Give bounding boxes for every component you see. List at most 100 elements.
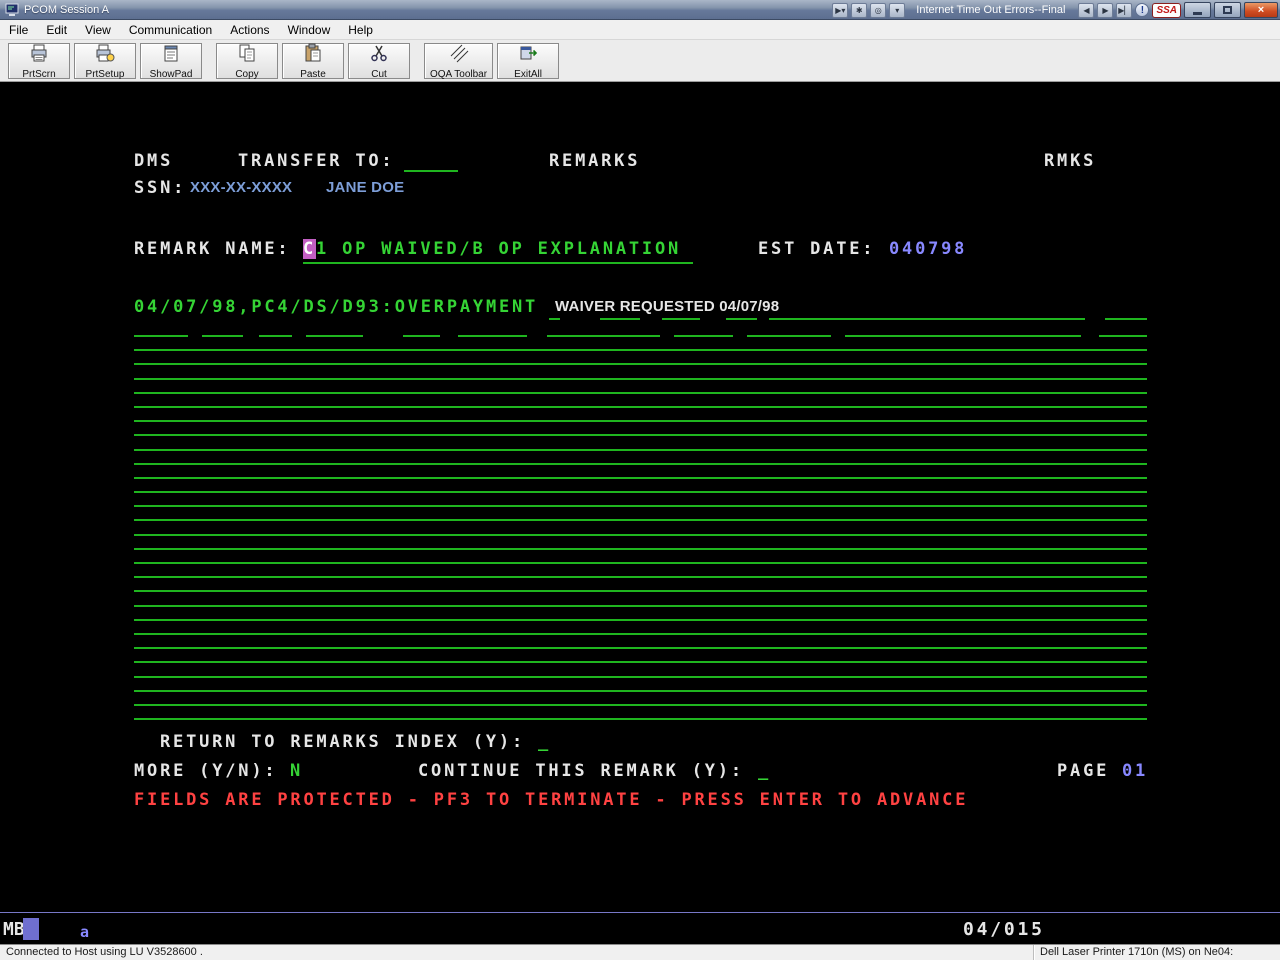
prtscrn-button[interactable]: PrtScrn — [8, 43, 70, 79]
est-date-label: EST DATE: — [758, 239, 875, 259]
copy-button[interactable]: Copy — [216, 43, 278, 79]
blank-remark-line — [134, 406, 1147, 408]
printer-setup-icon — [95, 43, 115, 68]
blank-remark-line — [134, 633, 1147, 635]
redaction-patch — [1081, 333, 1099, 339]
blank-remark-line — [134, 349, 1147, 351]
exit-icon — [518, 43, 538, 68]
copy-icon — [237, 43, 257, 68]
asterisk-icon[interactable]: ✱ — [851, 3, 867, 18]
minimize-button[interactable] — [1184, 2, 1211, 18]
info-icon[interactable]: ! — [1135, 3, 1149, 17]
ssn-value: XXX-XX-XXXX — [190, 179, 292, 196]
menu-communication[interactable]: Communication — [120, 21, 221, 39]
claimant-name: JANE DOE — [326, 179, 404, 196]
blank-remark-line — [134, 647, 1147, 649]
blank-remark-line — [134, 434, 1147, 436]
dropdown-icon[interactable]: ▾ — [889, 3, 905, 18]
terminal-cursor: C — [303, 239, 316, 259]
continue-remark-field[interactable]: _ — [758, 761, 771, 781]
oqa-toolbar-button[interactable]: OQA Toolbar — [424, 43, 493, 79]
blank-remark-line — [134, 491, 1147, 493]
blank-remark-line — [134, 690, 1147, 692]
remark-name-label: REMARK NAME: — [134, 239, 290, 259]
blank-remark-line — [134, 704, 1147, 706]
blank-remark-line — [134, 420, 1147, 422]
redaction-patch — [757, 316, 769, 322]
blank-remark-line — [134, 392, 1147, 394]
transfer-to-field[interactable] — [404, 170, 458, 172]
prev-button[interactable]: ◀ — [1078, 3, 1094, 18]
blank-remark-line — [134, 676, 1147, 678]
more-value[interactable]: N — [290, 761, 303, 781]
redaction-patch — [560, 316, 600, 322]
record-icon[interactable]: ◎ — [870, 3, 886, 18]
redaction-patch — [700, 316, 726, 322]
blank-remark-line — [134, 505, 1147, 507]
blank-remark-line — [134, 363, 1147, 365]
printer-status: Dell Laser Printer 1710n (MS) on Ne04: — [1034, 945, 1280, 960]
remark-name-underline — [303, 262, 693, 264]
redaction-patch — [363, 333, 403, 339]
redaction-patch — [243, 333, 259, 339]
menu-file[interactable]: File — [0, 21, 37, 39]
blank-remark-line — [134, 619, 1147, 621]
rmks-label: RMKS — [1044, 151, 1096, 171]
ssa-logo: SSA — [1152, 3, 1181, 18]
paste-icon — [303, 43, 323, 68]
continue-remark-label: CONTINUE THIS REMARK (Y): — [418, 761, 744, 781]
restore-button[interactable] — [1214, 2, 1241, 18]
oia-indicator-block — [23, 918, 39, 940]
more-label: MORE (Y/N): — [134, 761, 277, 781]
skip-button[interactable]: ▶▏ — [1116, 3, 1132, 18]
blank-remark-line — [134, 335, 1147, 337]
transfer-to-label: TRANSFER TO: — [238, 151, 394, 171]
est-date-value: 040798 — [889, 239, 967, 259]
blank-remark-line — [134, 590, 1147, 592]
blank-remark-line — [134, 576, 1147, 578]
print-group: PrtScrn PrtSetup ShowPad — [8, 43, 202, 79]
app-icon — [4, 2, 20, 18]
play-button[interactable]: ▶ — [1097, 3, 1113, 18]
oia-cursor-position: 04/015 — [963, 919, 1045, 940]
return-to-index-field[interactable]: _ — [538, 732, 551, 752]
menu-actions[interactable]: Actions — [221, 21, 278, 39]
window-title: PCOM Session A — [24, 4, 109, 16]
cut-button[interactable]: Cut — [348, 43, 410, 79]
blank-remark-line — [134, 534, 1147, 536]
oia-status: MB — [3, 919, 25, 940]
redaction-patch — [440, 333, 458, 339]
menu-view[interactable]: View — [76, 21, 120, 39]
notepad-icon — [161, 43, 181, 68]
blank-remark-line — [134, 718, 1147, 720]
menu-help[interactable]: Help — [339, 21, 382, 39]
remark-body-text: 04/07/98,PC4/DS/D93:OVERPAYMENT — [134, 297, 538, 317]
return-to-index-label: RETURN TO REMARKS INDEX (Y): — [160, 732, 525, 752]
menu-window[interactable]: Window — [279, 21, 340, 39]
blank-remark-line — [134, 477, 1147, 479]
connection-status: Connected to Host using LU V3528600 . — [0, 945, 1034, 960]
blank-remark-line — [134, 562, 1147, 564]
redaction-patch — [292, 333, 306, 339]
scissors-icon — [369, 43, 389, 68]
printer-icon — [29, 43, 49, 68]
misc-group: OQA Toolbar ExitAll — [424, 43, 559, 79]
remark-name-field[interactable]: C1 OP WAIVED/B OP EXPLANATION — [303, 239, 681, 259]
document-title: Internet Time Out Errors--Final — [908, 4, 1075, 16]
menu-edit[interactable]: Edit — [37, 21, 76, 39]
play-dropdown-button[interactable]: ▶▾ — [832, 3, 848, 18]
paste-button[interactable]: Paste — [282, 43, 344, 79]
toolbar: PrtScrn PrtSetup ShowPad Copy Paste Cut … — [0, 40, 1280, 82]
remarks-title: REMARKS — [549, 151, 640, 171]
titlebar-controls: ▶▾ ✱ ◎ ▾ Internet Time Out Errors--Final… — [832, 0, 1278, 20]
dms-label: DMS — [134, 151, 173, 171]
close-button[interactable]: × — [1244, 2, 1278, 18]
exitall-button[interactable]: ExitAll — [497, 43, 559, 79]
redaction-patch — [188, 333, 202, 339]
status-bar: Connected to Host using LU V3528600 . De… — [0, 944, 1280, 960]
remark-annotation: WAIVER REQUESTED 04/07/98 — [555, 298, 779, 315]
showpad-button[interactable]: ShowPad — [140, 43, 202, 79]
prtsetup-button[interactable]: PrtSetup — [74, 43, 136, 79]
title-bar: PCOM Session A ▶▾ ✱ ◎ ▾ Internet Time Ou… — [0, 0, 1280, 20]
blank-remark-line — [134, 605, 1147, 607]
